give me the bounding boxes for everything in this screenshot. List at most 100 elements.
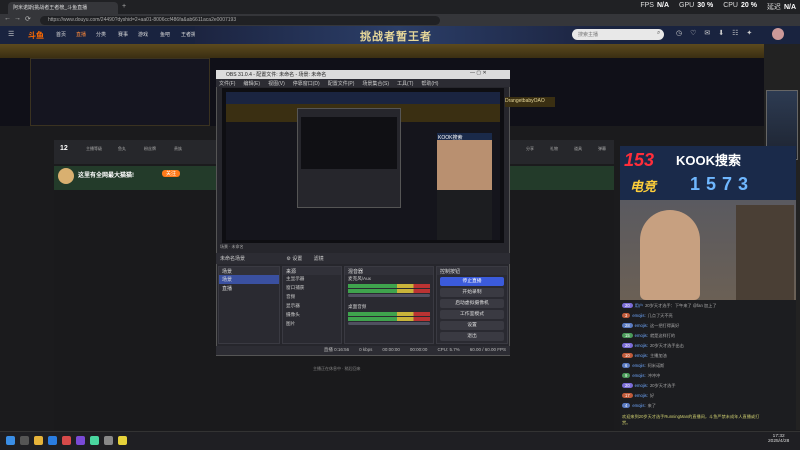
scene-item[interactable]: 场景 bbox=[219, 275, 279, 284]
app-icon[interactable] bbox=[76, 436, 85, 445]
obs-scene-label: 场景 · 未命名 bbox=[220, 244, 244, 249]
nav-live[interactable]: 直播 bbox=[76, 31, 86, 38]
scenes-dock: 场景 场景 直播 bbox=[218, 266, 280, 344]
chat-message: 17 emojis: 好 bbox=[622, 393, 762, 399]
chat-message: 20 用户 20岁天才选手：下午来了 @fan 加上了 bbox=[622, 303, 762, 309]
dock-title: 场景 bbox=[219, 267, 279, 275]
task-icon[interactable]: ☷ bbox=[732, 29, 738, 41]
mixer-dock: 混音器 麦克风/Aux 桌面音频 bbox=[344, 266, 434, 344]
follow-icon[interactable]: ♡ bbox=[690, 29, 696, 41]
kook-code: 1573 bbox=[690, 174, 755, 194]
level-count: 12 bbox=[60, 145, 68, 152]
chat-message: 9 emojis: 冲冲冲 bbox=[622, 373, 762, 379]
studio-mode-button[interactable]: 工作室模式 bbox=[440, 310, 504, 319]
dock-title: 控制按钮 bbox=[437, 267, 507, 275]
controls-dock: 控制按钮 停止直播 开始录制 启动虚拟摄像机 工作室模式 设置 退出 bbox=[436, 266, 508, 344]
search-input[interactable]: 搜索主播 bbox=[572, 29, 664, 40]
header-icons: ◷ ♡ ✉ ⬇ ☷ ✦ bbox=[676, 29, 766, 41]
preview-header bbox=[226, 92, 500, 104]
nav-home[interactable]: 首页 bbox=[56, 31, 66, 38]
scene-item[interactable]: 直播 bbox=[219, 284, 279, 293]
volume-slider[interactable] bbox=[348, 294, 430, 297]
webcam-shelf bbox=[736, 205, 794, 300]
menu-edit[interactable]: 编辑(E) bbox=[243, 80, 260, 87]
app-icon[interactable] bbox=[62, 436, 71, 445]
source-item[interactable]: 图片 bbox=[283, 320, 341, 329]
menu-tools[interactable]: 工具(T) bbox=[397, 80, 413, 87]
gift-icon[interactable]: ✦ bbox=[746, 29, 752, 41]
volume-slider[interactable] bbox=[348, 322, 430, 325]
nav-fishbar[interactable]: 鱼吧 bbox=[160, 31, 170, 38]
mixer-channel-label: 桌面音频 bbox=[348, 304, 367, 309]
site-logo[interactable]: 斗鱼 bbox=[28, 30, 44, 41]
reload-icon[interactable]: ⟳ bbox=[25, 15, 31, 23]
scene-name: 未命名场景 bbox=[220, 256, 246, 262]
virtual-camera-button[interactable]: 启动虚拟摄像机 bbox=[440, 299, 504, 308]
filters-button[interactable]: 滤镜 bbox=[314, 256, 324, 262]
menu-docks[interactable]: 停靠窗口(D) bbox=[293, 80, 320, 87]
kook-logo-number: 153 bbox=[624, 150, 655, 170]
new-tab-button[interactable]: + bbox=[122, 3, 126, 10]
live-time: 直播 0:16:56 bbox=[323, 347, 350, 352]
browser-icon[interactable] bbox=[48, 436, 57, 445]
exit-button[interactable]: 退出 bbox=[440, 332, 504, 341]
obs-scene-toolbar: 未命名场景 ⚙ 设置 滤镜 bbox=[216, 253, 510, 264]
toolbar-item[interactable]: 贵族 bbox=[164, 146, 192, 152]
obs-window-buttons[interactable]: — ▢ ✕ bbox=[470, 70, 487, 76]
search-icon[interactable]: ⌕ bbox=[657, 30, 660, 37]
menu-profile[interactable]: 配置文件(P) bbox=[328, 80, 355, 87]
clock-date: 2025/4/28 bbox=[768, 439, 790, 444]
menu-scene-collection[interactable]: 场景集合(S) bbox=[362, 80, 389, 87]
anchor-avatar[interactable] bbox=[58, 168, 74, 184]
stream-time: 00:00:00 bbox=[382, 347, 400, 352]
url-input[interactable]: https://www.douyu.com/24490?dyshid=2+aa0… bbox=[40, 15, 440, 25]
kook-sub: 电竞 bbox=[630, 179, 657, 194]
dock-title: 混音器 bbox=[345, 267, 433, 275]
menu-file[interactable]: 文件(F) bbox=[219, 80, 235, 87]
folder-icon[interactable] bbox=[34, 436, 43, 445]
kook-brand: KOOK搜索 bbox=[676, 153, 742, 168]
settings-button[interactable]: ⚙ 设置 bbox=[286, 256, 302, 262]
dock-title: 来源 bbox=[283, 267, 341, 275]
latency-stat: 延迟 N/A bbox=[766, 4, 796, 11]
history-icon[interactable]: ◷ bbox=[676, 29, 682, 41]
source-item[interactable]: 显示器 bbox=[283, 302, 341, 311]
download-icon[interactable]: ⬇ bbox=[718, 29, 724, 41]
preview-label: DrangetbabyOAO bbox=[505, 98, 545, 104]
obs-icon[interactable] bbox=[104, 436, 113, 445]
forward-icon[interactable]: → bbox=[14, 15, 21, 22]
toolbar-item[interactable]: 鱼丸 bbox=[108, 146, 136, 152]
source-item[interactable]: 窗口捕获 bbox=[283, 284, 341, 293]
nav-category[interactable]: 分类 bbox=[96, 31, 106, 38]
back-icon[interactable]: ← bbox=[4, 15, 11, 22]
app-icon[interactable] bbox=[90, 436, 99, 445]
nav-games[interactable]: 游戏 bbox=[138, 31, 148, 38]
stream-hint: 主播正在休息中 · 稍后回来 bbox=[313, 366, 361, 371]
start-icon[interactable] bbox=[6, 436, 15, 445]
app-icon[interactable] bbox=[118, 436, 127, 445]
nav-events[interactable]: 赛事 bbox=[118, 31, 128, 38]
message-icon[interactable]: ✉ bbox=[704, 29, 710, 41]
browser-tab[interactable]: 阿米诺斯|挑战者王者榜_斗鱼直播 bbox=[8, 2, 118, 14]
source-item[interactable]: 摄像头 bbox=[283, 311, 341, 320]
avatar[interactable] bbox=[772, 28, 784, 40]
chat-notice: 欢迎来到20岁天才选手RunningMan的直播间，斗鱼严禁未成年人直播或打赏。 bbox=[622, 414, 760, 425]
audio-meter bbox=[348, 284, 430, 288]
menu-help[interactable]: 帮助(H) bbox=[421, 80, 438, 87]
menu-icon[interactable]: ☰ bbox=[8, 30, 14, 38]
toolbar-item[interactable]: 弹幕 bbox=[588, 146, 616, 152]
start-recording-button[interactable]: 开始录制 bbox=[440, 288, 504, 297]
preview-chat bbox=[437, 190, 492, 240]
gpu-stat: GPU 30 % bbox=[679, 2, 714, 9]
record-time: 00:00:00 bbox=[409, 347, 428, 352]
follow-button[interactable]: 关注 bbox=[162, 170, 181, 177]
toolbar-item[interactable]: 主播等级 bbox=[80, 146, 108, 152]
source-item[interactable]: 音频 bbox=[283, 293, 341, 302]
toolbar-item[interactable]: 粉丝牌 bbox=[136, 146, 164, 152]
settings-button[interactable]: 设置 bbox=[440, 321, 504, 330]
menu-view[interactable]: 视图(V) bbox=[268, 80, 285, 87]
stop-stream-button[interactable]: 停止直播 bbox=[440, 277, 504, 286]
source-item[interactable]: 主显示器 bbox=[283, 275, 341, 284]
search-icon[interactable] bbox=[20, 436, 29, 445]
obs-title[interactable]: OBS 31.0.4 - 配置文件: 未命名 - 场景: 未命名 bbox=[216, 70, 510, 79]
